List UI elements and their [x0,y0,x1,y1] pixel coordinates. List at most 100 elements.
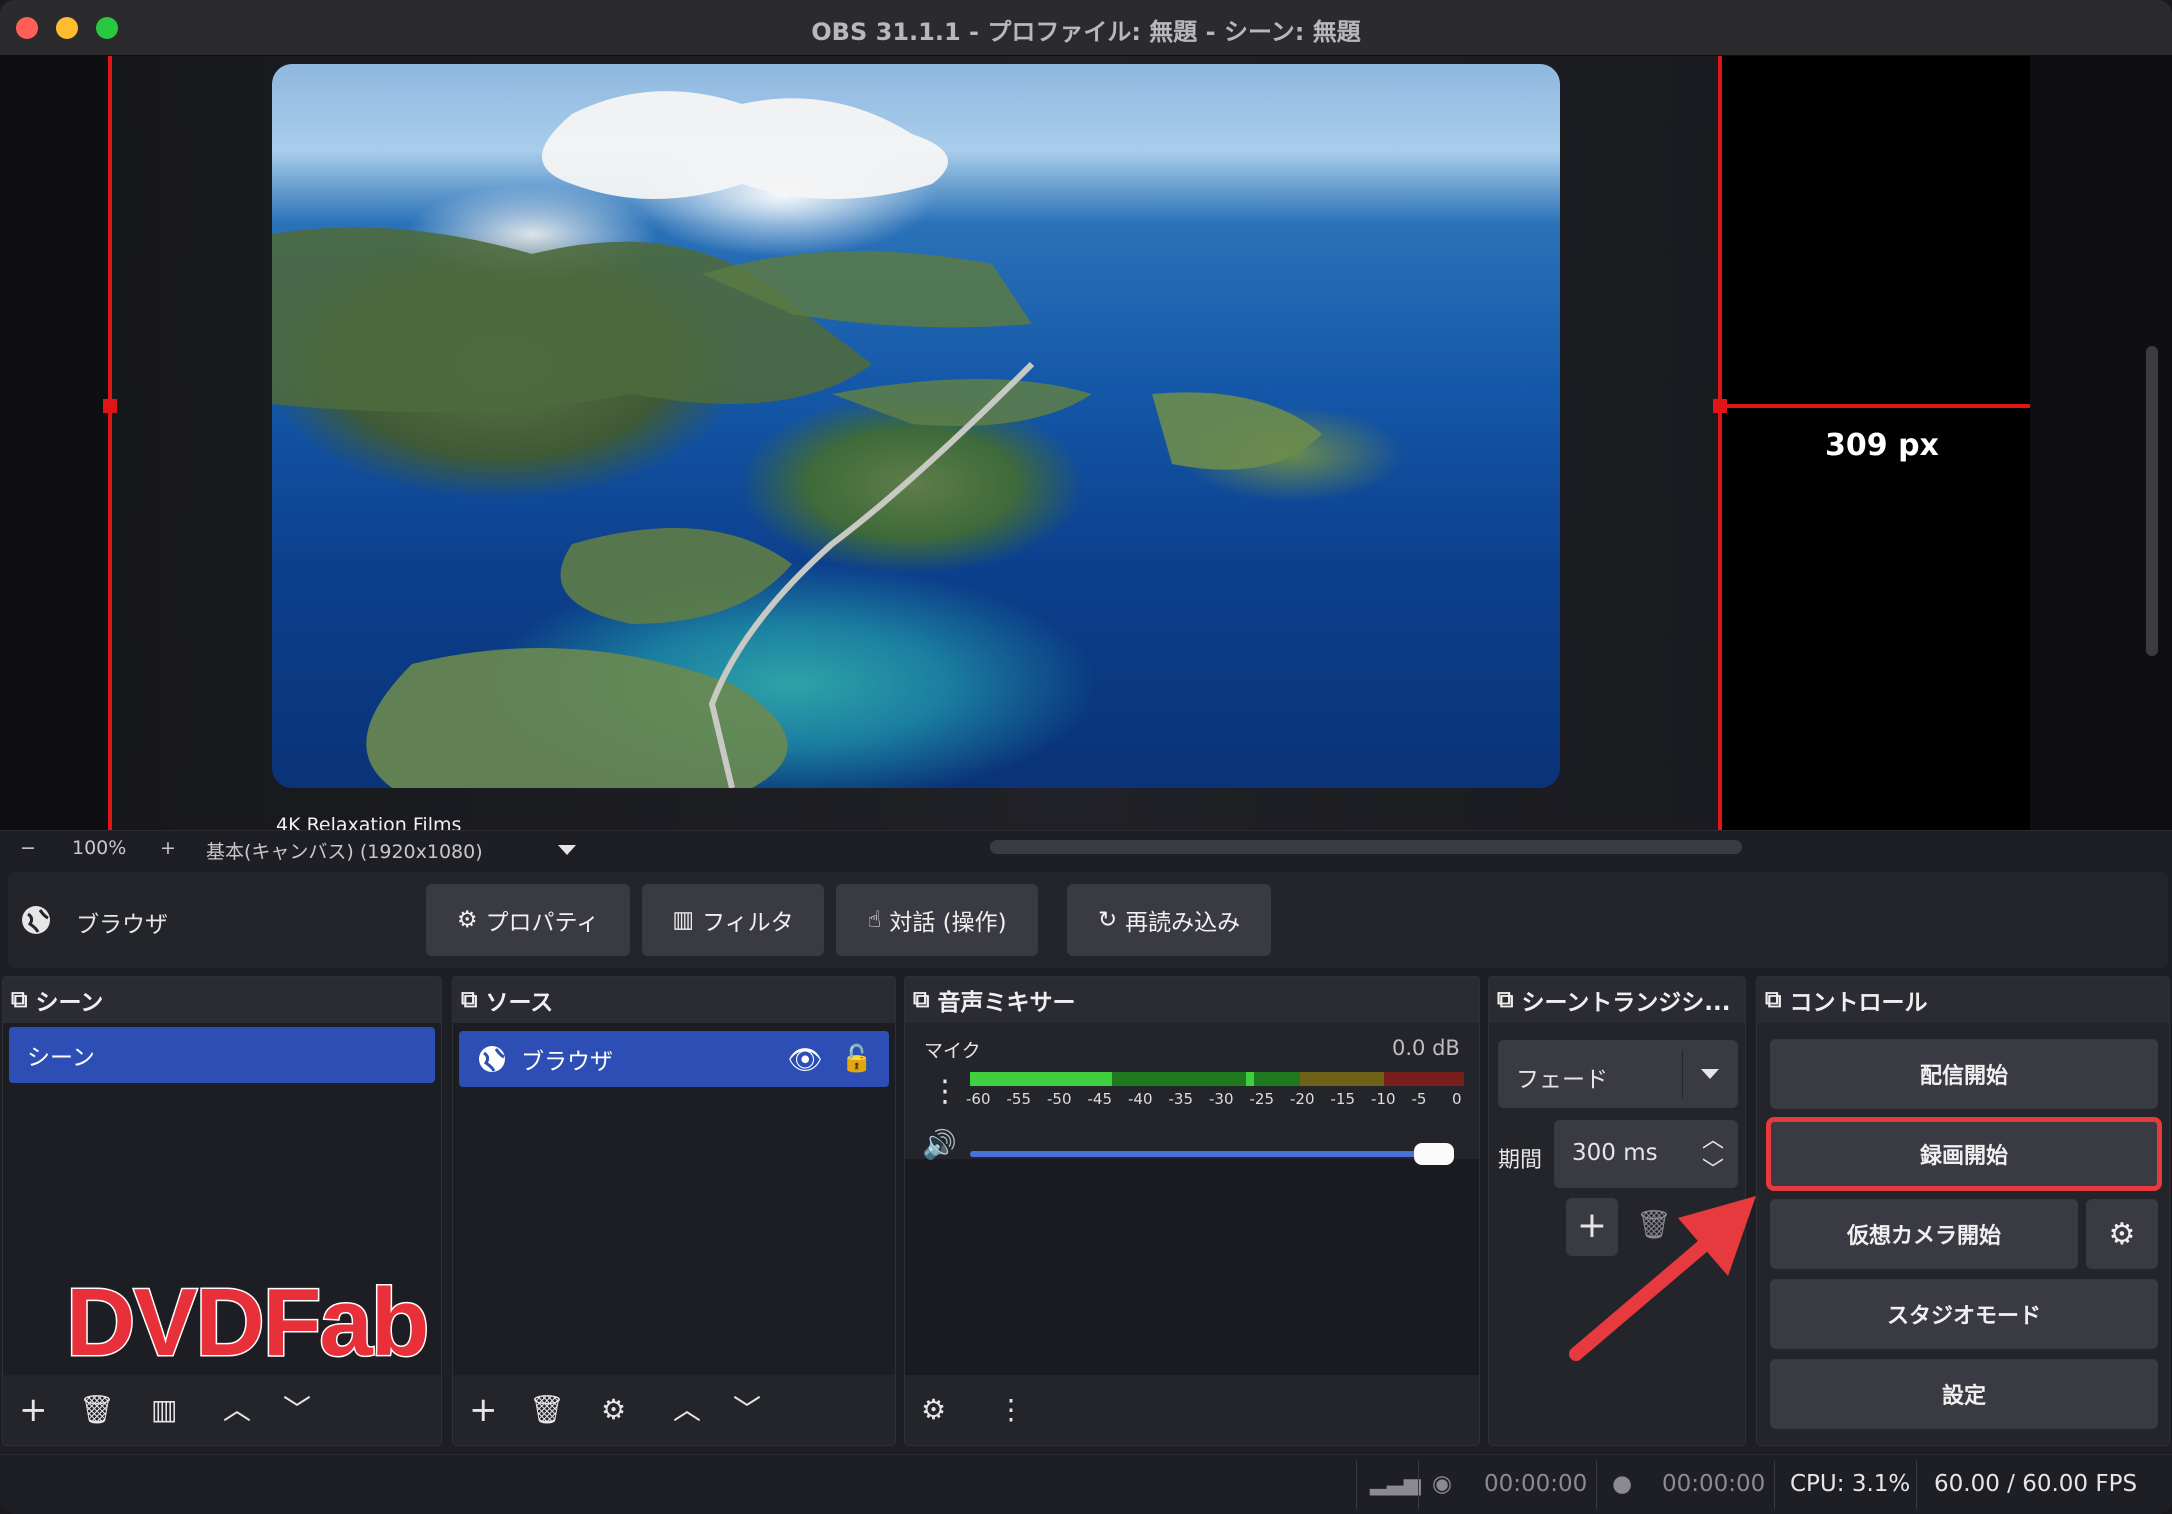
studio-mode-button[interactable]: スタジオモード [1770,1279,2158,1349]
dock-float-icon[interactable]: ⧉ [1765,987,1781,1013]
sources-list: ブラウザ 👁 🔓 [453,1023,895,1375]
volume-slider-knob[interactable] [1414,1143,1454,1165]
selected-source-name: ブラウザ [76,912,168,938]
meter-tick-label: 0 [1452,1090,1462,1108]
reload-label: 再読み込み [1125,910,1241,936]
record-highlight-box [1766,1117,2162,1191]
add-icon[interactable]: + [469,1393,498,1427]
source-item-label: ブラウザ [521,1049,613,1075]
trash-icon[interactable]: 🗑 [79,1393,115,1427]
title-bar: OBS 31.1.1 - プロファイル: 無題 - シーン: 無題 [0,0,2172,56]
status-bar: ▂▃▅ ◉ 00:00:00 ● 00:00:00 CPU: 3.1% 60.0… [0,1454,2172,1514]
chevron-up-icon[interactable]: ︿ [223,1393,251,1427]
zoom-in-button[interactable]: + [160,837,176,859]
controls-title: コントロール [1789,990,1928,1016]
zoom-out-button[interactable]: − [20,837,36,859]
eye-icon[interactable]: 👁 [787,1043,823,1076]
settings-button[interactable]: 設定 [1770,1359,2158,1429]
stream-status-icon: ◉ [1432,1471,1453,1497]
scene-item[interactable]: シーン [9,1027,435,1083]
meter-tick-label: -35 [1168,1090,1194,1108]
chevron-up-icon[interactable]: ︿ [1702,1122,1724,1154]
transition-select-value: フェード [1516,1067,1608,1093]
speaker-icon[interactable]: 🔊 [922,1128,957,1161]
record-status-icon: ● [1612,1471,1633,1497]
globe-icon [22,906,50,934]
sources-title: ソース [485,990,554,1016]
start-streaming-button[interactable]: 配信開始 [1770,1039,2158,1109]
chevron-down-icon[interactable] [556,843,578,857]
meter-tick-label: -50 [1047,1090,1072,1108]
volume-slider-track[interactable] [970,1151,1436,1157]
dock-float-icon[interactable]: ⧉ [1497,987,1513,1013]
more-vertical-icon[interactable]: ⋮ [997,1393,1025,1427]
properties-button[interactable]: ⚙ プロパティ [426,884,630,956]
obs-window: OBS 31.1.1 - プロファイル: 無題 - シーン: 無題 4K Rel… [0,0,2172,1514]
interact-label: 対話 (操作) [889,910,1007,936]
chevron-down-icon[interactable]: ﹀ [733,1393,761,1427]
dock-float-icon[interactable]: ⧉ [913,987,929,1013]
right-bound-line [1718,56,1722,830]
scenes-toolbar: + 🗑 ▥ ︿ ﹀ [3,1375,441,1445]
canvas-size-select[interactable]: 基本(キャンバス) (1920x1080) [206,837,483,864]
channel-menu-icon[interactable]: ⋮ [930,1074,960,1109]
lock-icon[interactable]: 🔓 [841,1044,873,1074]
gear-icon[interactable]: ⚙ [601,1393,626,1427]
meter-tick-label: -30 [1209,1090,1234,1108]
window-title: OBS 31.1.1 - プロファイル: 無題 - シーン: 無題 [811,18,1361,46]
dock-float-icon[interactable]: ⧉ [461,987,477,1013]
scenes-title: シーン [35,990,104,1016]
gear-icon: ⚙ [2108,1216,2136,1252]
mixer-channel-name: マイク [924,1040,981,1062]
sources-dock-header: ⧉ ソース [453,977,895,1023]
browser-source-video[interactable] [272,64,1560,788]
add-icon[interactable]: + [19,1393,48,1427]
preview-area[interactable]: 4K Relaxation Films 309 px Lofoten Islan… [0,56,2172,886]
sources-dock: ⧉ ソース ブラウザ 👁 🔓 + 🗑 ⚙ ︿ ﹀ [452,976,896,1446]
meter-tick-label: -10 [1371,1090,1396,1108]
dvdfab-watermark: DVDFab [64,1268,430,1378]
meter-tick-label: -55 [1006,1090,1032,1108]
interact-button[interactable]: ☝ 対話 (操作) [836,884,1038,956]
reload-button[interactable]: ↻ 再読み込み [1067,884,1271,956]
transitions-dock-header: ⧉ シーントランジシ... [1489,977,1745,1023]
scenes-dock-header: ⧉ シーン [3,977,441,1023]
chevron-down-icon[interactable]: ﹀ [283,1393,311,1427]
preview-horizontal-scrollbar[interactable] [990,840,1742,854]
virtual-camera-settings-button[interactable]: ⚙ [2086,1199,2158,1269]
stream-time: 00:00:00 [1484,1471,1588,1497]
trash-icon[interactable]: 🗑 [529,1393,565,1427]
chevron-up-icon[interactable]: ︿ [673,1393,701,1427]
pointer-hand-icon: ☝ [867,907,882,933]
cpu-usage: CPU: 3.1% [1790,1471,1911,1497]
controls-dock-header: ⧉ コントロール [1757,977,2169,1023]
filters-button[interactable]: ▥ フィルタ [642,884,824,956]
duration-spinbox[interactable]: 300 ms ︿ ﹀ [1554,1120,1738,1188]
filter-icon[interactable]: ▥ [151,1393,177,1427]
meter-tick-label: -5 [1411,1090,1427,1108]
gear-icon[interactable]: ⚙ [921,1393,946,1427]
left-resize-handle[interactable] [103,399,117,413]
meter-tick-label: -15 [1330,1090,1356,1108]
chevron-down-icon [1701,1069,1719,1079]
duration-value: 300 ms [1572,1140,1658,1166]
mixer-db-value: 0.0 dB [1392,1036,1460,1060]
preview-vertical-scrollbar[interactable] [2146,346,2158,656]
refresh-icon: ↻ [1097,907,1118,933]
zoom-level: 100% [72,837,127,859]
scene-item-label: シーン [27,1045,95,1071]
volume-meter [970,1072,1464,1086]
globe-icon [479,1046,505,1072]
distance-label: 309 px [1825,428,1939,463]
dock-float-icon[interactable]: ⧉ [11,987,27,1013]
mixer-toolbar: ⚙ ⋮ [905,1375,1479,1445]
transition-select[interactable]: フェード [1498,1040,1738,1108]
fps-readout: 60.00 / 60.00 FPS [1934,1471,2138,1497]
record-time: 00:00:00 [1662,1471,1766,1497]
network-strength-icon: ▂▃▅ [1370,1471,1421,1496]
meter-tick-label: -40 [1128,1090,1153,1108]
annotation-arrow [1569,1196,1756,1361]
source-item[interactable]: ブラウザ 👁 🔓 [459,1031,889,1087]
meter-tick-label: -25 [1249,1090,1275,1108]
start-virtual-camera-button[interactable]: 仮想カメラ開始 [1770,1199,2078,1269]
